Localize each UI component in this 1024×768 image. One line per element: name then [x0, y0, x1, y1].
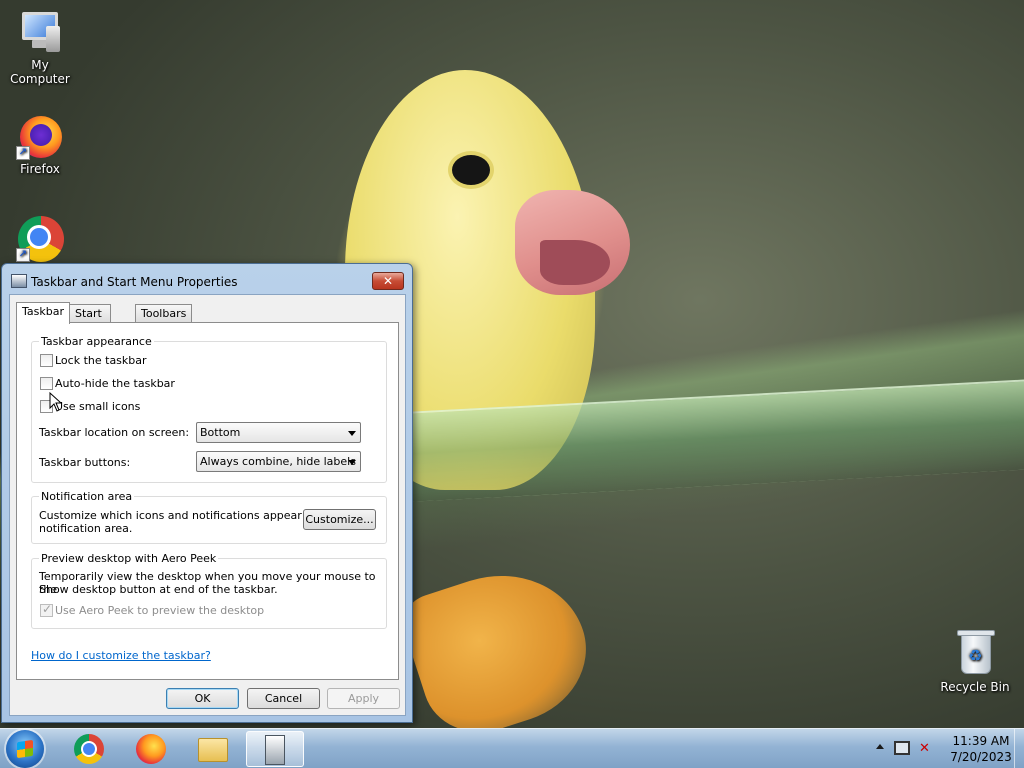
cancel-button[interactable]: Cancel [247, 688, 320, 709]
aero-peek-label: Use Aero Peek to preview the desktop [55, 604, 265, 617]
wallpaper-duck-foot [395, 552, 605, 728]
taskbar-chrome-button[interactable] [60, 731, 118, 767]
desktop-icon-label: My Computer [10, 58, 70, 86]
location-dropdown[interactable]: Bottom [196, 422, 361, 443]
taskbar-properties-button[interactable] [246, 731, 304, 767]
wallpaper-duck-mouth [540, 240, 610, 285]
show-desktop-button[interactable] [1014, 729, 1024, 768]
clock-time: 11:39 AM [952, 734, 1010, 748]
aero-peek-group: Preview desktop with Aero Peek Temporari… [31, 552, 387, 629]
taskbar-properties-icon [11, 274, 27, 288]
customize-button[interactable]: Customize... [303, 509, 376, 530]
firefox-icon [136, 734, 166, 764]
close-button[interactable]: ✕ [372, 272, 404, 290]
location-label: Taskbar location on screen: [39, 426, 190, 439]
lock-taskbar-checkbox[interactable] [40, 354, 53, 367]
desktop-icon-my-computer[interactable]: My Computer [0, 8, 80, 86]
clock[interactable]: 11:39 AM 7/20/2023 [944, 733, 1018, 765]
notification-description-line2: notification area. [39, 522, 133, 535]
start-button[interactable] [6, 730, 44, 768]
dialog-body: Taskbar Start Menu Toolbars Taskbar appe… [9, 294, 406, 716]
taskbar-properties-dialog: Taskbar and Start Menu Properties ✕ Task… [1, 263, 413, 723]
desktop-icon-label: Recycle Bin [940, 680, 1010, 694]
wallpaper-duck-eye [452, 155, 490, 185]
auto-hide-label: Auto-hide the taskbar [55, 377, 175, 390]
tab-taskbar[interactable]: Taskbar [16, 302, 70, 324]
network-icon[interactable] [894, 741, 910, 755]
location-value: Bottom [200, 426, 241, 439]
desktop-icon-recycle-bin[interactable]: ♻ Recycle Bin [935, 630, 1015, 694]
apply-button[interactable]: Apply [327, 688, 400, 709]
clock-date: 7/20/2023 [950, 750, 1012, 764]
mouse-cursor-icon [49, 392, 63, 412]
aero-peek-description-line2: Show desktop button at end of the taskba… [39, 583, 278, 596]
ok-button[interactable]: OK [166, 688, 239, 709]
computer-icon [16, 8, 64, 56]
group-legend: Taskbar appearance [39, 335, 154, 348]
help-link[interactable]: How do I customize the taskbar? [31, 649, 211, 662]
dialog-title: Taskbar and Start Menu Properties [31, 275, 238, 289]
small-icons-label: Use small icons [55, 400, 141, 413]
dialog-titlebar[interactable]: Taskbar and Start Menu Properties ✕ [2, 264, 412, 294]
notification-description-line1: Customize which icons and notifications … [39, 509, 337, 522]
shortcut-arrow-icon: ↗ [16, 146, 30, 160]
taskbar-tab-panel: Taskbar appearance Lock the taskbar Auto… [16, 322, 399, 680]
chevron-down-icon [348, 431, 356, 436]
chevron-down-icon [348, 460, 356, 465]
shortcut-arrow-icon: ↗ [16, 248, 30, 262]
taskbar: ✕ 11:39 AM 7/20/2023 [0, 728, 1024, 768]
chrome-icon [74, 734, 104, 764]
taskbar-explorer-button[interactable] [184, 731, 242, 767]
desktop-icon-label: Firefox [20, 162, 60, 176]
chrome-icon: ↗ [16, 214, 64, 262]
firefox-icon: ↗ [16, 112, 64, 160]
tab-start-menu[interactable]: Start Menu [69, 304, 112, 337]
taskbar-properties-icon [265, 735, 285, 765]
recycle-bin-icon: ♻ [951, 630, 999, 678]
taskbar-firefox-button[interactable] [122, 731, 180, 767]
desktop-icon-chrome[interactable]: ↗ [0, 214, 80, 264]
taskbar-buttons-dropdown[interactable]: Always combine, hide labels [196, 451, 361, 472]
show-hidden-icons-icon[interactable] [876, 744, 884, 749]
tab-toolbars[interactable]: Toolbars [135, 304, 193, 323]
buttons-label: Taskbar buttons: [39, 456, 131, 469]
windows-logo-icon [17, 739, 33, 759]
folder-icon [198, 738, 228, 762]
lock-taskbar-label: Lock the taskbar [55, 354, 147, 367]
group-legend: Preview desktop with Aero Peek [39, 552, 219, 565]
taskbar-appearance-group: Taskbar appearance Lock the taskbar Auto… [31, 335, 387, 483]
system-tray: ✕ 11:39 AM 7/20/2023 [864, 729, 1024, 768]
aero-peek-checkbox [40, 602, 53, 617]
desktop-icon-firefox[interactable]: ↗ Firefox [0, 112, 80, 176]
auto-hide-checkbox[interactable] [40, 377, 53, 390]
notification-area-group: Notification area Customize which icons … [31, 490, 387, 544]
taskbar-buttons-value: Always combine, hide labels [200, 455, 356, 468]
volume-muted-icon[interactable]: ✕ [919, 741, 935, 757]
group-legend: Notification area [39, 490, 135, 503]
